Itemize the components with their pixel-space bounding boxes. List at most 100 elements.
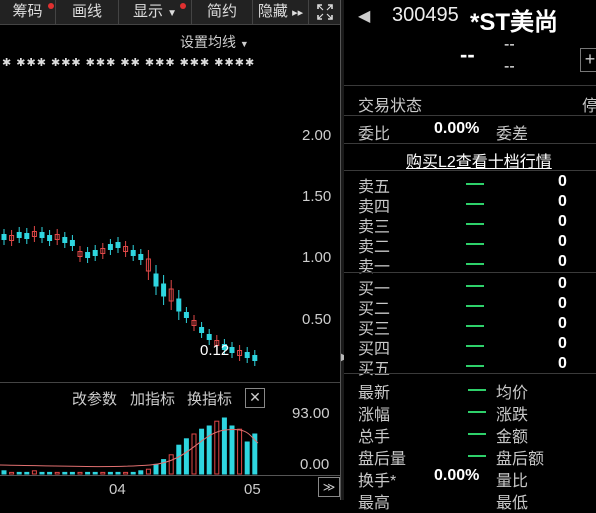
expand-button[interactable] [309,0,340,24]
trade-status-value: 停 [582,98,596,115]
volume-bar [229,425,235,475]
divider [344,85,596,86]
asks-level-price-dash [466,203,484,205]
stat-label: 换手* [358,473,397,490]
ma-settings-label: 设置均线 [180,34,236,50]
volume-bar [1,470,7,475]
price-change: -- [504,36,515,53]
commission-diff-label: 委差 [496,126,529,143]
bids-level-price-dash [466,325,484,327]
volume-bar [237,428,243,475]
draw-line-button[interactable]: 画线 [56,0,119,24]
volume-bar [85,471,91,475]
volume-bar [199,428,205,475]
chart-toolbar: 筹码 画线 显示 ▼ 简约 隐藏 ▸▸ [0,0,340,25]
expand-icon [316,4,333,20]
ma-legend-icon-row: ✱ ✱✱✱ ✱✱✱ ✱✱✱ ✱✱ ✱✱✱ ✱✱✱ ✱✱✱✱ [2,57,256,69]
stat-label: 量比 [496,473,529,490]
volume-bar [107,471,113,475]
edit-params-button[interactable]: 改参数 [72,388,117,409]
divider [344,272,596,273]
volume-tick-label: 93.00 [292,405,330,422]
display-label: 显示 [132,3,163,20]
simple-mode-button[interactable]: 简约 [192,0,253,24]
asks-level-label: 卖一 [358,259,391,276]
switch-indicator-button[interactable]: 换指标 [187,388,232,409]
bids-level-volume: 0 [558,335,567,352]
add-indicator-button[interactable]: 加指标 [130,388,175,409]
stock-code: 300495 [392,4,459,26]
last-price: -- [460,42,475,67]
volume-bar [138,470,144,475]
add-watchlist-button[interactable]: + [580,48,596,72]
volume-bar [54,471,60,475]
buy-l2-link[interactable]: 购买L2查看十档行情 [406,148,552,172]
stat-label: 总手 [358,429,391,446]
stat-label: 最低 [496,495,529,512]
panel-divider [0,382,340,383]
stat-label: 盘后量 [358,451,407,468]
candle-body [85,252,91,258]
bids-level-price-dash [466,285,484,287]
candle-body [183,312,189,318]
candle-body [115,242,121,248]
x-axis-label: 05 [244,481,261,498]
volume-bar [123,471,129,475]
asks-level-volume: 0 [558,233,567,250]
candle-body [39,232,45,238]
simple-mode-label: 简约 [206,3,237,20]
divider [344,373,596,374]
asks-level-price-dash [466,243,484,245]
last-price-annotation: 0.12 [200,342,230,359]
commission-ratio-label: 委比 [358,126,391,143]
prev-stock-icon[interactable]: ◀ [358,6,370,26]
candle-body [107,244,113,250]
bids-level-label: 买五 [358,361,391,378]
candle-body [130,250,136,256]
candle-body [69,240,75,246]
scroll-right-button[interactable]: ≫ [318,477,340,497]
price-change-pct: -- [504,58,515,75]
bids-level-volume: 0 [558,295,567,312]
candle-body [252,355,258,361]
hide-button[interactable]: 隐藏 ▸▸ [253,0,309,24]
kline-chart-svg[interactable] [0,25,340,500]
bids-level-price-dash [466,365,484,367]
kline-chart-area[interactable] [0,25,340,500]
volume-bar [77,471,83,475]
stat-label: 均价 [496,385,529,402]
candle-body [206,334,212,340]
volume-bar [39,471,45,475]
stock-name: *ST美尚 [470,9,559,36]
asks-level-price-dash [466,223,484,225]
volume-bar [161,459,167,475]
candle-body [161,283,167,297]
candle-body [16,232,22,238]
asks-level-volume: 0 [558,173,567,190]
quote-panel: ◀ 300495 *ST美尚 -- -- -- + 交易状态 停 委比 0.00… [344,0,596,512]
ma-settings-button[interactable]: 设置均线 ▼ [180,32,249,52]
close-indicator-icon[interactable]: ✕ [245,388,265,408]
double-chevron-right-icon: ▸▸ [292,7,304,19]
divider [344,170,596,171]
stat-value-dash [468,433,486,435]
stat-value-dash [468,411,486,413]
stat-value-dash [468,455,486,457]
commission-ratio-value: 0.00% [434,120,480,137]
stat-label: 涨跌 [496,407,529,424]
bids-level-price-dash [466,305,484,307]
y-tick-label: 2.00 [302,127,332,144]
candle-body [244,352,250,358]
stat-value-dash [468,389,486,391]
volume-bar [168,454,174,475]
candle-body [153,273,159,287]
bids-level-price-dash [466,345,484,347]
x-axis-line [0,475,340,476]
stat-label: 最新 [358,385,391,402]
notification-dot-icon [48,3,54,9]
volume-bar [100,471,106,475]
draw-line-label: 画线 [71,3,102,20]
volume-bar [115,471,121,475]
volume-tick-label: 0.00 [300,456,330,473]
stat-label: 最高 [358,495,391,512]
